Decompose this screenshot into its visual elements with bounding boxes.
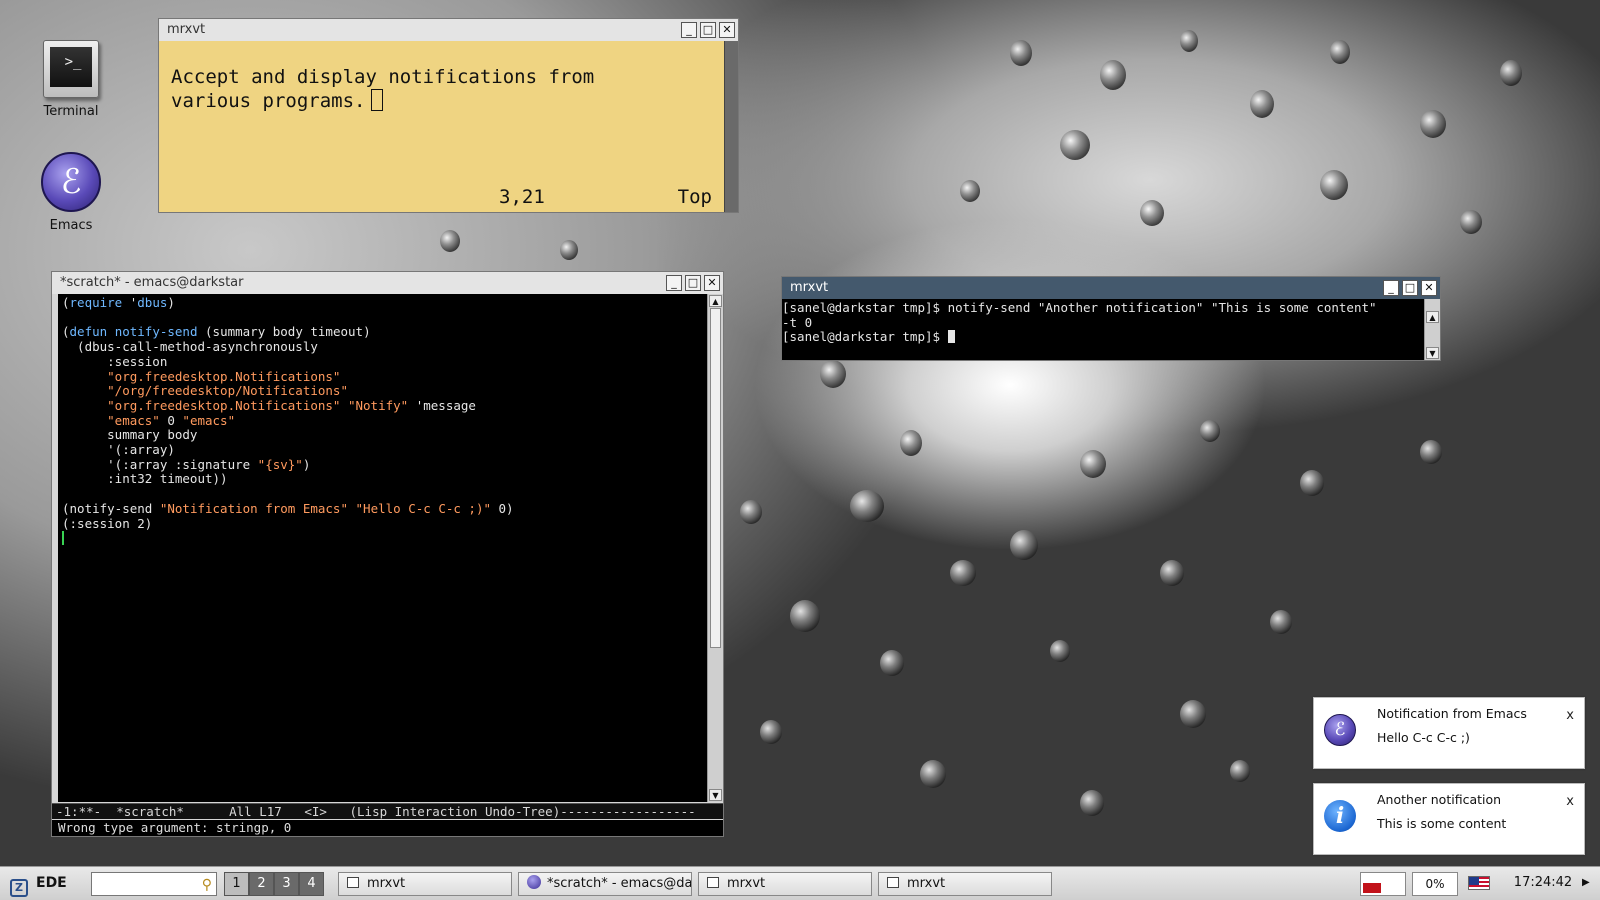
window-title: mrxvt xyxy=(167,22,206,37)
text-cursor xyxy=(62,531,64,546)
note-line-1: Accept and display notifications from xyxy=(171,66,595,88)
emacs-scrollbar[interactable]: ▲ ▼ xyxy=(707,294,723,802)
close-button[interactable]: ✕ xyxy=(704,275,720,291)
lisp-code: (require 'dbus) (defun notify-send (summ… xyxy=(58,294,707,546)
note-status-line: 3,21 Top xyxy=(159,186,724,212)
desktop-icon-label: Emacs xyxy=(49,218,93,233)
window-title: mrxvt xyxy=(790,280,829,295)
maximize-button[interactable]: □ xyxy=(1402,280,1418,296)
memory-bar xyxy=(1363,883,1381,893)
terminal-icon: >_ xyxy=(43,40,99,98)
cpu-monitor[interactable]: 0% xyxy=(1412,872,1458,896)
terminal-prompt: [sanel@darkstar tmp]$ xyxy=(782,329,948,345)
task-label: mrxvt xyxy=(907,876,946,891)
terminal-window-titlebar[interactable]: mrxvt _ □ ✕ xyxy=(782,277,1440,299)
terminal-icon xyxy=(347,877,359,888)
emacs-icon: ℰ xyxy=(1324,714,1356,746)
ede-logo-icon: Z xyxy=(10,879,28,897)
notification-title: Notification from Emacs xyxy=(1377,706,1527,721)
task-label: *scratch* - emacs@darl xyxy=(547,876,692,891)
close-button[interactable]: ✕ xyxy=(719,22,735,38)
workspace-3[interactable]: 3 xyxy=(274,872,299,896)
note-text-area[interactable]: Accept and display notifications from va… xyxy=(159,41,724,212)
close-icon[interactable]: x xyxy=(1566,708,1574,723)
text-cursor xyxy=(947,330,955,344)
desktop-icon-terminal[interactable]: >_ Terminal xyxy=(26,40,116,119)
tray-expand-arrow-icon[interactable]: ▶ xyxy=(1582,872,1590,896)
note-window-titlebar[interactable]: mrxvt _ □ ✕ xyxy=(159,19,738,41)
text-cursor xyxy=(371,89,384,111)
workspace-4[interactable]: 4 xyxy=(299,872,324,896)
notification-title: Another notification xyxy=(1377,792,1502,807)
memory-monitor[interactable] xyxy=(1360,872,1406,896)
terminal-icon xyxy=(707,877,719,888)
start-menu-button[interactable]: Z EDE xyxy=(4,872,84,897)
scroll-up-arrow-icon[interactable]: ▲ xyxy=(709,295,722,307)
emacs-minibuffer[interactable]: Wrong type argument: stringp, 0 xyxy=(52,820,723,836)
terminal-icon xyxy=(887,877,899,888)
window-title: *scratch* - emacs@darkstar xyxy=(60,275,244,290)
desktop-icon-label: Terminal xyxy=(43,104,99,119)
scroll-state: Top xyxy=(677,186,712,208)
clock[interactable]: 17:24:42 xyxy=(1508,872,1578,896)
notification-popup[interactable]: ℰ Notification from Emacs Hello C-c C-c … xyxy=(1313,697,1585,769)
emacs-icon: ℰ xyxy=(41,152,101,212)
notification-body: Hello C-c C-c ;) xyxy=(1377,730,1470,745)
keyboard-layout-flag-icon[interactable] xyxy=(1468,876,1490,890)
workspace-2[interactable]: 2 xyxy=(249,872,274,896)
notification-body: This is some content xyxy=(1377,816,1507,831)
minimize-button[interactable]: _ xyxy=(1383,280,1399,296)
quick-launch-input[interactable]: ⚲ xyxy=(91,872,217,896)
taskbar-task-mrxvt[interactable]: mrxvt xyxy=(698,872,872,896)
emacs-modeline: -1:**- *scratch* All L17 <I> (Lisp Inter… xyxy=(52,803,723,819)
terminal-line: [sanel@darkstar tmp]$ notify-send "Anoth… xyxy=(782,300,1377,315)
start-label: EDE xyxy=(36,875,67,891)
emacs-icon xyxy=(527,875,541,889)
terminal-scrollbar[interactable]: ▲ ▼ xyxy=(1424,299,1440,360)
workspace-pager[interactable]: 1 2 3 4 xyxy=(224,872,324,896)
maximize-button[interactable]: □ xyxy=(685,275,701,291)
taskbar-task-mrxvt[interactable]: mrxvt xyxy=(878,872,1052,896)
task-label: mrxvt xyxy=(727,876,766,891)
broom-icon[interactable]: ⚲ xyxy=(202,874,212,896)
emacs-buffer[interactable]: (require 'dbus) (defun notify-send (summ… xyxy=(58,294,707,802)
taskbar-task-mrxvt[interactable]: mrxvt xyxy=(338,872,512,896)
info-icon: i xyxy=(1324,800,1356,832)
note-scrollbar[interactable] xyxy=(724,41,738,212)
terminal-window[interactable]: mrxvt _ □ ✕ [sanel@darkstar tmp]$ notify… xyxy=(781,276,1441,361)
terminal-line: -t 0 xyxy=(782,314,813,330)
scrollbar-thumb[interactable] xyxy=(710,308,721,648)
close-icon[interactable]: x xyxy=(1566,794,1574,809)
maximize-button[interactable]: □ xyxy=(700,22,716,38)
emacs-window-titlebar[interactable]: *scratch* - emacs@darkstar _ □ ✕ xyxy=(52,272,723,294)
minimize-button[interactable]: _ xyxy=(666,275,682,291)
terminal-output[interactable]: [sanel@darkstar tmp]$ notify-send "Anoth… xyxy=(782,299,1424,360)
notification-popup[interactable]: i Another notification This is some cont… xyxy=(1313,783,1585,855)
scroll-down-arrow-icon[interactable]: ▼ xyxy=(709,789,722,801)
scroll-up-arrow-icon[interactable]: ▲ xyxy=(1426,311,1439,323)
note-line-2: various programs. xyxy=(171,90,366,112)
close-button[interactable]: ✕ xyxy=(1421,280,1437,296)
scroll-down-arrow-icon[interactable]: ▼ xyxy=(1426,347,1439,359)
taskbar-task-emacs[interactable]: *scratch* - emacs@darl xyxy=(518,872,692,896)
cursor-position: 3,21 xyxy=(499,186,545,208)
task-label: mrxvt xyxy=(367,876,406,891)
emacs-window[interactable]: *scratch* - emacs@darkstar _ □ ✕ (requir… xyxy=(51,271,724,837)
minimize-button[interactable]: _ xyxy=(681,22,697,38)
note-window[interactable]: mrxvt _ □ ✕ Accept and display notificat… xyxy=(158,18,739,213)
taskbar: Z EDE ⚲ 1 2 3 4 mrxvt *scratch* - emacs@d… xyxy=(0,866,1600,900)
desktop-icon-emacs[interactable]: ℰ Emacs xyxy=(26,152,116,233)
workspace-1[interactable]: 1 xyxy=(224,872,249,896)
